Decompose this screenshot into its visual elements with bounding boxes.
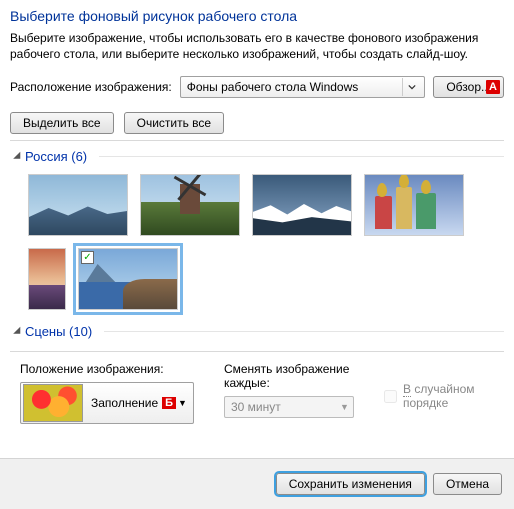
wallpaper-thumb[interactable] (28, 174, 128, 236)
chevron-down-icon (402, 78, 420, 96)
browse-label: Обзор... (446, 80, 491, 94)
location-value: Фоны рабочего стола Windows (187, 80, 359, 94)
clear-all-button[interactable]: Очистить все (124, 112, 224, 134)
page-subtitle: Выберите изображение, чтобы использовать… (10, 30, 504, 62)
location-select[interactable]: Фоны рабочего стола Windows (180, 76, 426, 98)
save-button[interactable]: Сохранить изменения (276, 473, 425, 495)
footer: Сохранить изменения Отмена (0, 458, 514, 509)
page-title: Выберите фоновый рисунок рабочего стола (10, 8, 504, 24)
random-checkbox-input[interactable] (384, 390, 397, 403)
wallpaper-thumb-selected[interactable]: ✓ (78, 248, 178, 310)
expand-icon (13, 151, 24, 162)
position-mode: Заполнение (91, 396, 158, 410)
location-label: Расположение изображения: (10, 80, 172, 94)
group-header-scenes[interactable]: Сцены (10) (16, 324, 504, 339)
wallpaper-thumb[interactable] (140, 174, 240, 236)
checkmark-icon: ✓ (81, 251, 94, 264)
marker-a: А (486, 80, 500, 94)
interval-label: Сменять изображение каждые: (224, 362, 354, 390)
position-preview (23, 384, 83, 422)
chevron-down-icon: ▼ (340, 402, 349, 412)
cancel-button[interactable]: Отмена (433, 473, 502, 495)
wallpaper-thumb[interactable] (28, 248, 66, 310)
marker-b: Б (162, 397, 176, 409)
thumbs-russia: ✓ (10, 170, 504, 320)
wallpaper-panel: Россия (6) ✓ Сцены (10) (10, 140, 504, 352)
interval-select[interactable]: 30 минут ▼ (224, 396, 354, 418)
random-order-checkbox[interactable]: В случайном порядке (384, 382, 494, 410)
select-all-button[interactable]: Выделить все (10, 112, 114, 134)
chevron-down-icon: ▼ (178, 398, 187, 408)
interval-value: 30 минут (231, 400, 281, 414)
random-label: В случайном порядке (403, 382, 494, 410)
position-label: Положение изображения: (20, 362, 194, 376)
wallpaper-thumb[interactable] (252, 174, 352, 236)
wallpaper-thumb[interactable] (364, 174, 464, 236)
position-select[interactable]: Заполнение Б ▼ (20, 382, 194, 424)
group-header-russia[interactable]: Россия (6) (16, 149, 504, 164)
group-label: Сцены (10) (25, 324, 92, 339)
browse-button[interactable]: Обзор... А (433, 76, 504, 98)
group-label: Россия (6) (25, 149, 87, 164)
expand-icon (13, 326, 24, 337)
